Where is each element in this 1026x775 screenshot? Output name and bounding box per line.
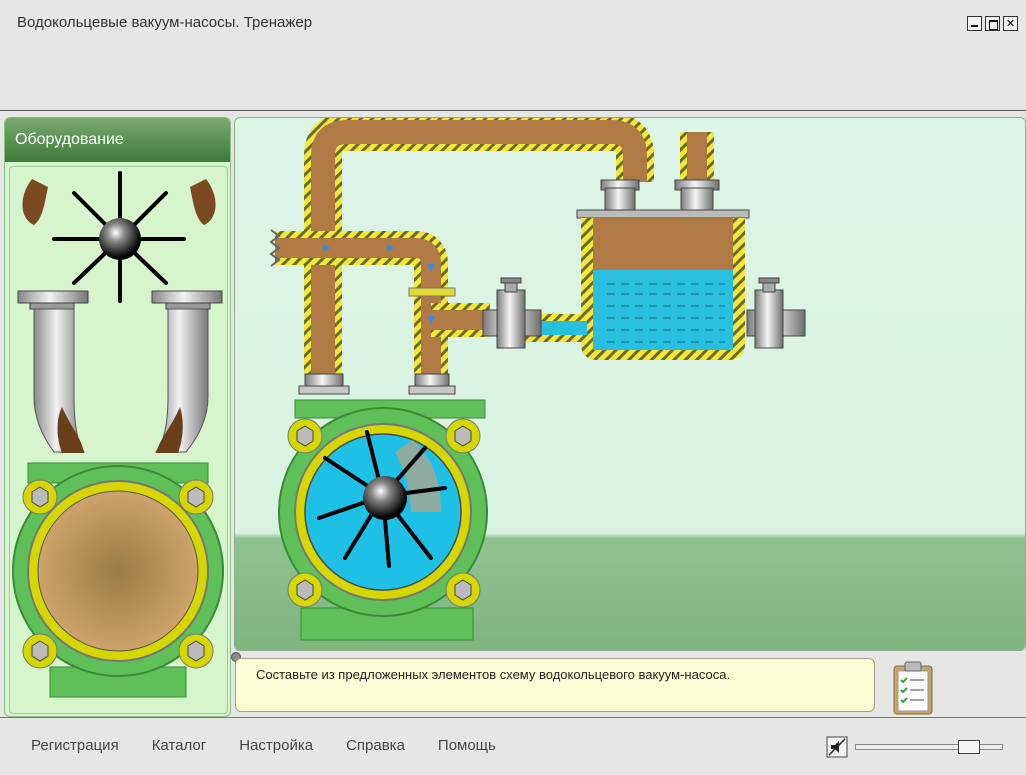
menu-reference[interactable]: Справка	[346, 737, 405, 754]
title-bar: Водокольцевые вакуум-насосы. Тренажер ✕	[0, 0, 1026, 110]
close-button[interactable]: ✕	[1003, 16, 1018, 31]
bottom-menu: Регистрация Каталог Настройка Справка По…	[31, 737, 496, 754]
top-divider	[0, 110, 1026, 111]
clipboard-icon[interactable]	[890, 660, 936, 716]
instruction-text: Составьте из предложенных элементов схем…	[256, 667, 731, 682]
tank-outlet-valve[interactable]	[746, 277, 806, 349]
window-controls: ✕	[967, 16, 1018, 31]
equipment-panel: Оборудование	[4, 117, 231, 717]
equipment-panel-header: Оборудование	[5, 118, 230, 162]
separator-tank	[505, 209, 750, 360]
assembly-scene[interactable]	[234, 117, 1026, 651]
minimize-icon	[971, 25, 978, 27]
vent-pipe	[674, 132, 720, 211]
impeller-item[interactable]	[22, 171, 216, 303]
pump-housing-item[interactable]	[12, 462, 224, 698]
menu-help[interactable]: Помощь	[438, 737, 496, 754]
menu-catalog[interactable]: Каталог	[152, 737, 207, 754]
equipment-list	[9, 166, 228, 714]
window-title: Водокольцевые вакуум-насосы. Тренажер	[17, 14, 313, 31]
pump-assembly[interactable]	[278, 373, 488, 641]
instruction-box: Составьте из предложенных элементов схем…	[235, 658, 875, 712]
inlet-pipe	[269, 229, 490, 374]
minimize-button[interactable]	[967, 16, 982, 31]
close-icon: ✕	[1005, 18, 1016, 30]
speaker-icon[interactable]	[826, 736, 848, 758]
maximize-icon	[989, 20, 998, 30]
elbow-pipe-right-item[interactable]	[151, 290, 223, 453]
volume-slider-track[interactable]	[855, 744, 1003, 750]
menu-settings[interactable]: Настройка	[239, 737, 313, 754]
elbow-pipe-left-item[interactable]	[17, 290, 89, 453]
volume-slider-thumb[interactable]	[958, 740, 980, 754]
menu-registration[interactable]: Регистрация	[31, 737, 119, 754]
maximize-button[interactable]	[985, 16, 1000, 31]
